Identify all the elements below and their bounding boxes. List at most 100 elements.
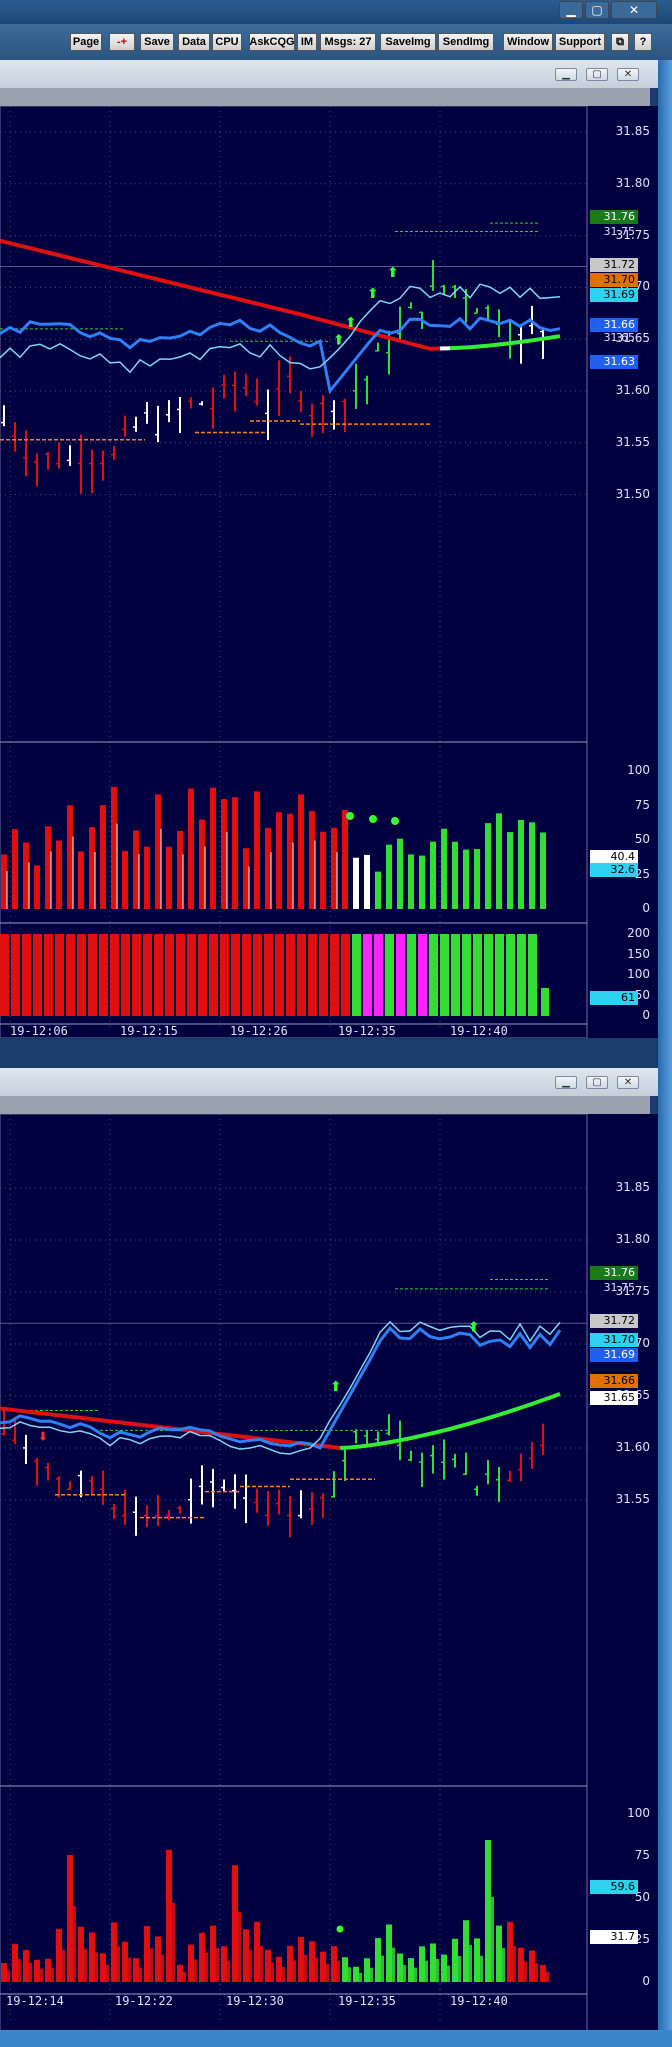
chart1-osc-bar	[242, 934, 251, 1016]
page-button[interactable]: Page	[70, 33, 102, 51]
chart2-volume-bar	[133, 1958, 139, 1982]
chart2-volume-bar-secondary	[51, 1968, 54, 1982]
chart1-volume-bar	[441, 828, 447, 909]
chart2-volume-bar-secondary	[436, 1958, 439, 1982]
chart1-canvas[interactable]: ⬆⬆⬆⬆	[0, 106, 658, 1038]
chart1-minimize-button[interactable]: ▁	[555, 68, 577, 81]
chart2-minimize-button[interactable]: ▁	[555, 1076, 577, 1089]
chart2-volume-bar	[408, 1958, 414, 1982]
chart1-pane-titlebar: ▁ ▢ ✕	[0, 60, 658, 88]
chart2-volume-bar-secondary	[304, 1954, 307, 1982]
chart2-volume-bar	[474, 1938, 480, 1982]
chart1-osc-bar	[286, 934, 295, 1016]
chart2-volume-bar-secondary	[29, 1962, 32, 1982]
chart2-maximize-button[interactable]: ▢	[586, 1076, 608, 1089]
chart2-volume-bar	[397, 1953, 403, 1982]
zoom-button[interactable]: -+	[109, 33, 135, 51]
chart2-volume-bar-secondary	[73, 1905, 76, 1982]
chart1-band-slow	[0, 283, 561, 374]
chart2-volume-bar-secondary	[139, 1967, 142, 1982]
chart1-volume-dot	[369, 815, 377, 823]
chart1-volume-bar	[78, 851, 84, 909]
chart1-volume-bar	[397, 838, 403, 909]
chart1-volume-bar	[100, 805, 106, 909]
chart1-osc-bar	[176, 934, 185, 1016]
chart1-maximize-button[interactable]: ▢	[586, 68, 608, 81]
chart1-osc-bar	[429, 934, 438, 1016]
chart2-pane: ⬆ ⬆ ⬇	[0, 1114, 658, 2032]
chart2-volume-bar	[276, 1956, 282, 1982]
chart2-volume-bar-secondary	[150, 1948, 153, 1982]
chart2-volume-bar-secondary	[392, 1947, 395, 1982]
support-button[interactable]: Support	[555, 33, 605, 51]
chart2-volume-bar-secondary	[95, 1952, 98, 1982]
chart2-volume-bar	[452, 1938, 458, 1982]
window-minimize-button[interactable]: ▁	[559, 1, 583, 19]
minimize-icon: ▁	[566, 3, 576, 17]
chart1-osc-bar	[132, 934, 141, 1016]
chart2-volume-bar	[419, 1946, 425, 1982]
chart2-volume-bar	[320, 1951, 326, 1982]
im-button[interactable]: IM	[297, 33, 317, 51]
chart1-volume-bar	[265, 827, 271, 909]
toolbar: Page -+ Save Data CPU AskCQG IM Msgs: 27…	[0, 24, 672, 60]
chart2-volume-bar	[518, 1947, 524, 1982]
chart1-volume-bar	[342, 809, 348, 909]
chart1-osc-bar	[528, 934, 537, 1016]
chart2-volume-bar-secondary	[447, 1965, 450, 1982]
data-button[interactable]: Data	[178, 33, 210, 51]
chart1-header-strip	[0, 88, 650, 106]
chart1-osc-bar	[77, 934, 86, 1016]
chart1-volume-dot	[346, 812, 354, 820]
chart1-close-button[interactable]: ✕	[617, 68, 639, 81]
chart1-osc-bar	[165, 934, 174, 1016]
sendimg-button[interactable]: SendImg	[438, 33, 494, 51]
chart1-volume-bar	[254, 791, 260, 909]
save-button[interactable]: Save	[140, 33, 174, 51]
chart2-volume-bar-secondary	[403, 1964, 406, 1982]
chart2-volume-bar-secondary	[381, 1955, 384, 1982]
chart1-osc-bar	[22, 934, 31, 1016]
chart1-volume-bar	[133, 830, 139, 909]
chart1-volume-bar	[331, 827, 337, 909]
help-button[interactable]: ?	[634, 33, 652, 51]
chart1-osc-bar	[352, 934, 361, 1016]
chart2-header-strip	[0, 1096, 650, 1114]
chart2-volume-bar-secondary	[172, 1902, 175, 1982]
chart1-volume-bar	[320, 831, 326, 909]
chart2-volume-bar-secondary	[194, 1959, 197, 1982]
chart1-osc-bar	[99, 934, 108, 1016]
chart1-osc-bar	[385, 934, 394, 1016]
chart1-buy-arrow: ⬆	[387, 265, 399, 281]
chart1-volume-bar	[12, 829, 18, 909]
saveimg-button[interactable]: SaveImg	[380, 33, 436, 51]
window-maximize-button[interactable]: ▢	[585, 1, 609, 19]
chart1-volume-bar	[199, 819, 205, 909]
chart2-buy-arrow: ⬆	[330, 1379, 342, 1395]
chart2-close-button[interactable]: ✕	[617, 1076, 639, 1089]
chart1-volume-bar	[298, 794, 304, 909]
close-icon: ✕	[628, 3, 640, 17]
chart1-osc-bar	[541, 988, 549, 1016]
chart1-osc-bar	[121, 934, 130, 1016]
chart1-osc-bar	[110, 934, 119, 1016]
chart1-volume-bar	[177, 830, 183, 909]
chart2-canvas[interactable]: ⬆ ⬆ ⬇	[0, 1114, 658, 2032]
msgs-button[interactable]: Msgs: 27	[320, 33, 376, 51]
chart2-ma-long-up	[339, 1392, 561, 1450]
chart2-volume-bar	[463, 1920, 469, 1982]
chart1-volume-bar	[166, 846, 172, 909]
chart2-volume-bar	[353, 1966, 359, 1982]
chart1-pane: ⬆ ⬆ ⬆ ⬆	[0, 106, 658, 1038]
restore-button[interactable]: ⧉	[611, 33, 629, 51]
window-close-button[interactable]: ✕	[611, 1, 657, 19]
chart1-osc-bar	[506, 934, 515, 1016]
chart1-osc-bar	[451, 934, 460, 1016]
chart1-volume-bar	[122, 850, 128, 909]
chart2-volume-bar-secondary	[227, 1960, 230, 1982]
window-menu-button[interactable]: Window	[503, 33, 553, 51]
cpu-button[interactable]: CPU	[212, 33, 242, 51]
askcqg-button[interactable]: AskCQG	[249, 33, 295, 51]
chart1-volume-bar	[221, 799, 227, 909]
chart1-volume-bar	[276, 812, 282, 909]
